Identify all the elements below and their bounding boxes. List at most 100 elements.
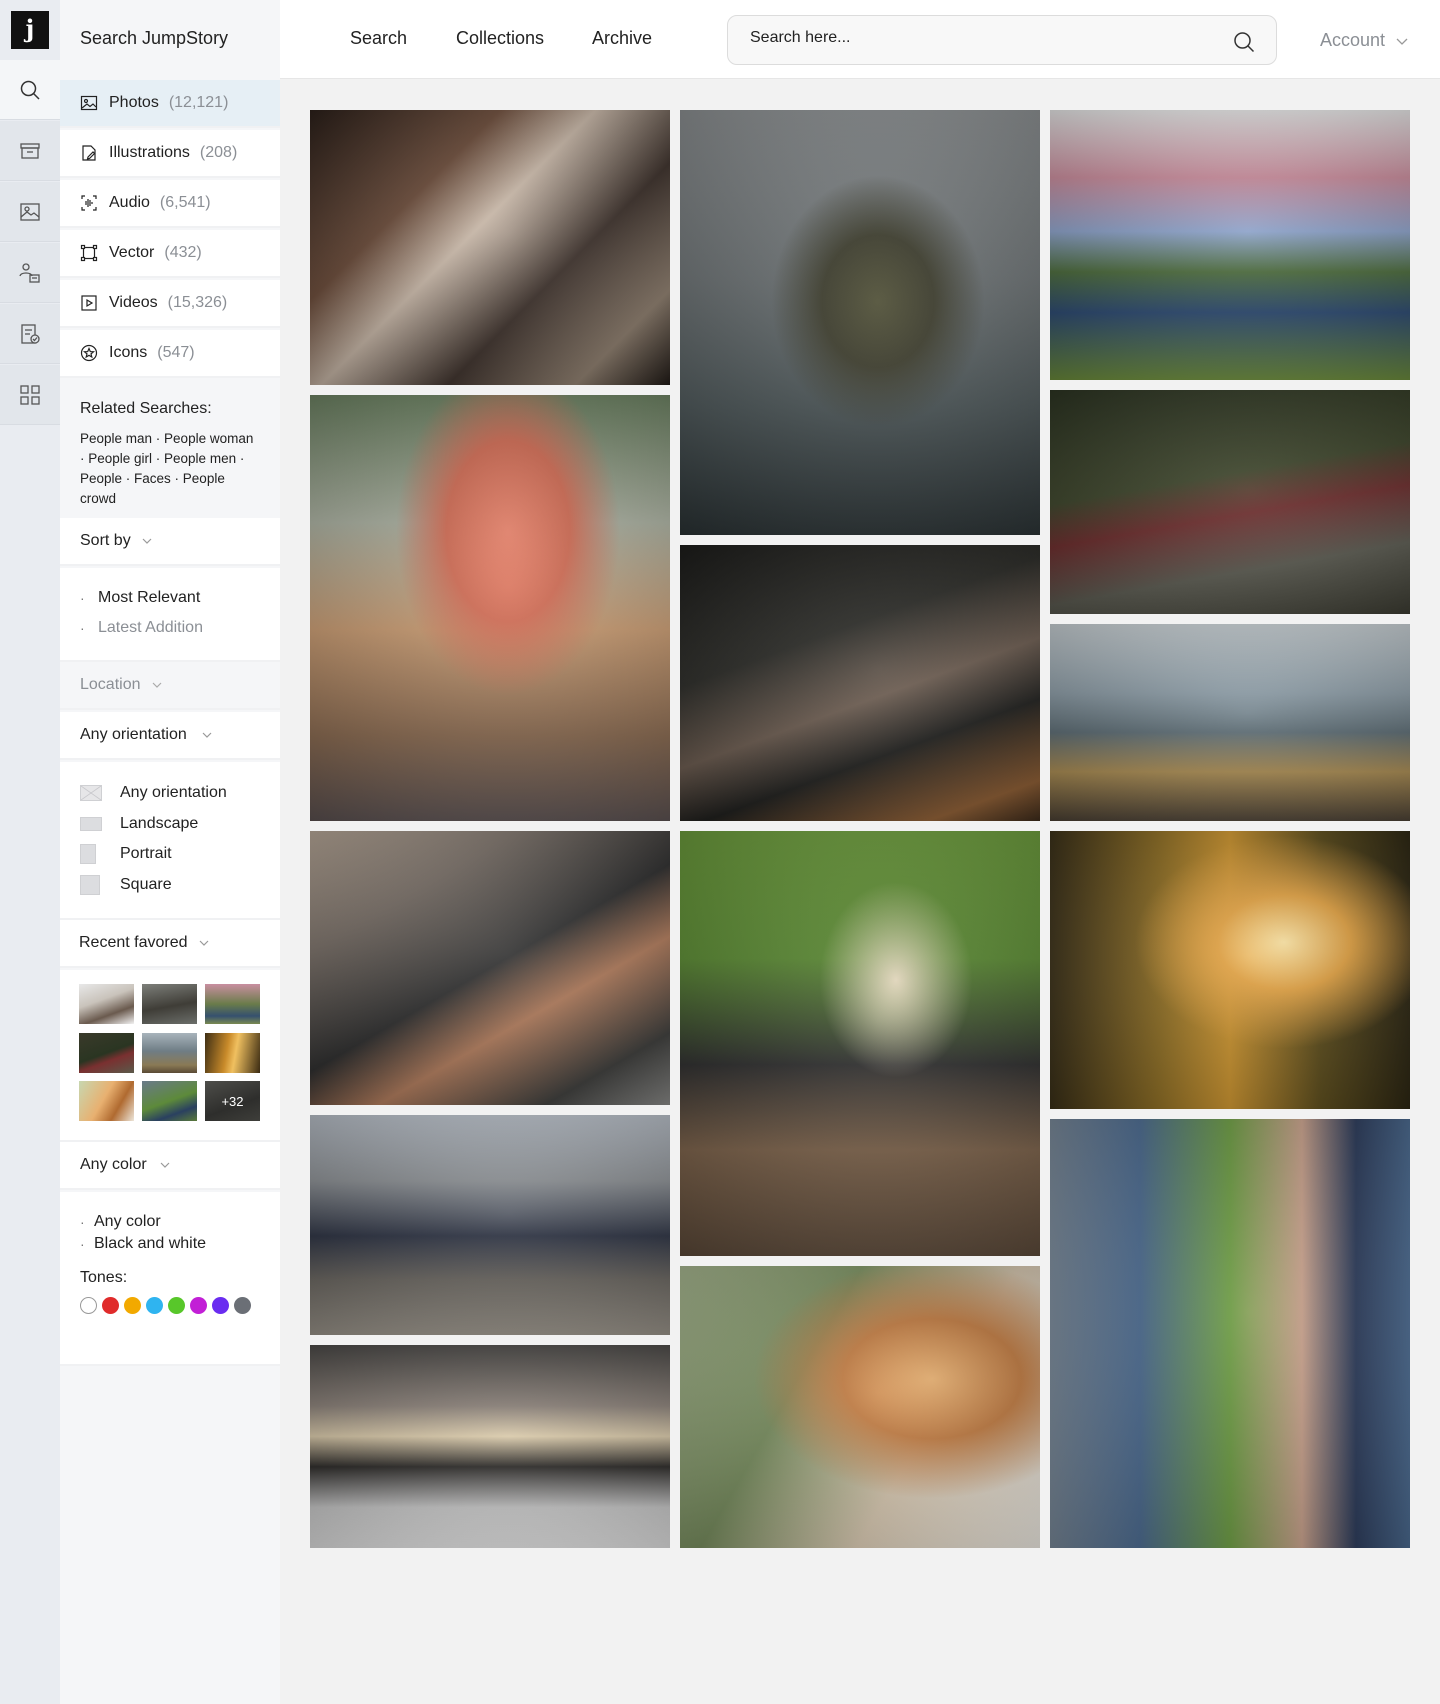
orientation-option-label: Portrait bbox=[120, 845, 172, 863]
tone-swatch-gray[interactable] bbox=[234, 1297, 251, 1314]
tone-swatch-green[interactable] bbox=[168, 1297, 185, 1314]
category-photos[interactable]: Photos (12,121) bbox=[60, 80, 280, 128]
category-audio[interactable]: Audio (6,541) bbox=[60, 180, 280, 228]
bullet-icon: · bbox=[80, 1214, 85, 1230]
tone-swatch-white[interactable] bbox=[80, 1297, 97, 1314]
tone-swatch-yellow[interactable] bbox=[124, 1297, 141, 1314]
orientation-option-landscape[interactable]: Landscape bbox=[80, 809, 280, 840]
related-searches: Related Searches: People man · People wo… bbox=[60, 382, 280, 509]
chevron-down-icon bbox=[1396, 38, 1408, 45]
favored-thumbnail[interactable] bbox=[79, 1081, 134, 1122]
orientation-dropdown[interactable]: Any orientation bbox=[60, 712, 280, 760]
sort-by-dropdown[interactable]: Sort by bbox=[60, 518, 280, 566]
tone-swatches bbox=[60, 1297, 280, 1314]
bullet-icon: · bbox=[80, 590, 85, 606]
photo-people-reading[interactable] bbox=[310, 110, 670, 385]
vector-icon bbox=[80, 244, 98, 262]
account-menu[interactable]: Account bbox=[1320, 30, 1409, 51]
photo-woman-cafe[interactable] bbox=[680, 545, 1040, 821]
nav-collections[interactable]: Collections bbox=[456, 28, 544, 49]
favored-thumbnail[interactable] bbox=[79, 1032, 134, 1073]
rail-search[interactable] bbox=[0, 60, 60, 120]
chevron-down-icon bbox=[160, 1162, 170, 1168]
category-label: Audio bbox=[109, 194, 150, 211]
nav-archive[interactable]: Archive bbox=[592, 28, 652, 49]
category-count: (547) bbox=[157, 344, 195, 361]
nav-search[interactable]: Search bbox=[350, 28, 407, 49]
rail-grid[interactable] bbox=[0, 365, 60, 425]
related-searches-links[interactable]: People man · People woman · People girl … bbox=[80, 429, 260, 509]
sort-option-latest-addition[interactable]: · Latest Addition bbox=[80, 613, 280, 643]
favored-thumbnail[interactable] bbox=[205, 1032, 260, 1073]
filter-sidebar: Search JumpStory Photos (12,121) Illustr… bbox=[60, 0, 280, 1704]
category-label: Photos bbox=[109, 94, 159, 111]
favored-thumbnail[interactable] bbox=[205, 984, 260, 1024]
color-option-list: · Any color · Black and white bbox=[60, 1211, 280, 1255]
favored-thumbnail[interactable] bbox=[79, 984, 134, 1024]
color-option-label: Black and white bbox=[94, 1235, 207, 1252]
category-label: Videos bbox=[109, 294, 158, 311]
rail-documents[interactable] bbox=[0, 304, 60, 364]
orientation-option-portrait[interactable]: Portrait bbox=[80, 839, 280, 870]
sidebar-title: Search JumpStory bbox=[80, 28, 229, 48]
photo-autumn-forest[interactable] bbox=[1050, 831, 1410, 1109]
tone-swatch-magenta[interactable] bbox=[190, 1297, 207, 1314]
icon-rail: j bbox=[0, 0, 60, 1704]
favored-more-thumbnail[interactable]: +32 bbox=[205, 1081, 260, 1122]
rail-images[interactable] bbox=[0, 182, 60, 242]
category-count: (208) bbox=[199, 144, 238, 161]
audio-icon bbox=[81, 195, 97, 211]
photo-woman-crossing[interactable] bbox=[310, 1345, 670, 1548]
favored-thumbnail[interactable] bbox=[142, 984, 197, 1024]
category-count: (432) bbox=[164, 244, 202, 261]
photo-woman-forest-rock[interactable] bbox=[1050, 390, 1410, 614]
tones-section: Tones: bbox=[60, 1255, 280, 1314]
rail-people[interactable] bbox=[0, 243, 60, 303]
favored-thumbnail[interactable] bbox=[142, 1032, 197, 1073]
recent-favored-label: Recent favored bbox=[79, 934, 188, 951]
archive-icon bbox=[20, 142, 40, 159]
orientation-option-any[interactable]: Any orientation bbox=[80, 778, 280, 809]
photo-icon bbox=[80, 95, 98, 111]
photo-photographer-camera[interactable] bbox=[310, 831, 670, 1105]
document-check-icon bbox=[21, 323, 40, 344]
color-option-black-and-white[interactable]: · Black and white bbox=[80, 1233, 280, 1255]
search-icon bbox=[20, 80, 40, 100]
tone-swatch-cyan[interactable] bbox=[146, 1297, 163, 1314]
category-label: Vector bbox=[109, 244, 155, 261]
sort-by-label: Sort by bbox=[80, 532, 131, 549]
color-dropdown[interactable]: Any color bbox=[60, 1142, 280, 1190]
photo-bearded-man-sea[interactable] bbox=[680, 110, 1040, 535]
photo-man-bicycle-flowers[interactable] bbox=[1050, 110, 1410, 380]
chevron-down-icon bbox=[152, 682, 161, 688]
category-illustrations[interactable]: Illustrations (208) bbox=[60, 130, 280, 178]
photo-woman-sun-hat[interactable] bbox=[310, 395, 670, 821]
category-icons[interactable]: Icons (547) bbox=[60, 330, 280, 378]
orientation-option-square[interactable]: Square bbox=[80, 870, 280, 901]
search-icon[interactable] bbox=[1232, 30, 1256, 54]
tone-swatch-purple[interactable] bbox=[212, 1297, 229, 1314]
category-vector[interactable]: Vector (432) bbox=[60, 230, 280, 278]
category-count: (15,326) bbox=[167, 294, 228, 311]
category-videos[interactable]: Videos (15,326) bbox=[60, 280, 280, 328]
sort-option-most-relevant[interactable]: · Most Relevant bbox=[80, 583, 280, 613]
tone-swatch-red[interactable] bbox=[102, 1297, 119, 1314]
user-list-icon bbox=[19, 262, 40, 283]
photo-follow-me-river[interactable] bbox=[680, 831, 1040, 1256]
jumpstory-logo[interactable]: j bbox=[11, 11, 49, 49]
rail-archive[interactable] bbox=[0, 121, 60, 181]
search-box bbox=[727, 15, 1277, 65]
photo-street-photographers[interactable] bbox=[310, 1115, 670, 1335]
color-option-any[interactable]: · Any color bbox=[80, 1211, 280, 1233]
square-icon bbox=[80, 874, 100, 895]
search-input[interactable] bbox=[750, 29, 1210, 47]
bullet-icon: · bbox=[80, 1236, 85, 1252]
top-bar: Search Collections Archive Account bbox=[280, 0, 1440, 79]
photo-mountain-hikers[interactable] bbox=[1050, 624, 1410, 821]
recent-favored-dropdown[interactable]: Recent favored bbox=[60, 920, 280, 968]
orientation-options: Any orientation Landscape Portrait Squar… bbox=[60, 762, 280, 920]
photo-father-daughter-park[interactable] bbox=[1050, 1119, 1410, 1548]
photo-woman-hair-sunlight[interactable] bbox=[680, 1266, 1040, 1548]
favored-thumbnail[interactable] bbox=[142, 1081, 197, 1122]
location-dropdown[interactable]: Location bbox=[60, 662, 280, 710]
